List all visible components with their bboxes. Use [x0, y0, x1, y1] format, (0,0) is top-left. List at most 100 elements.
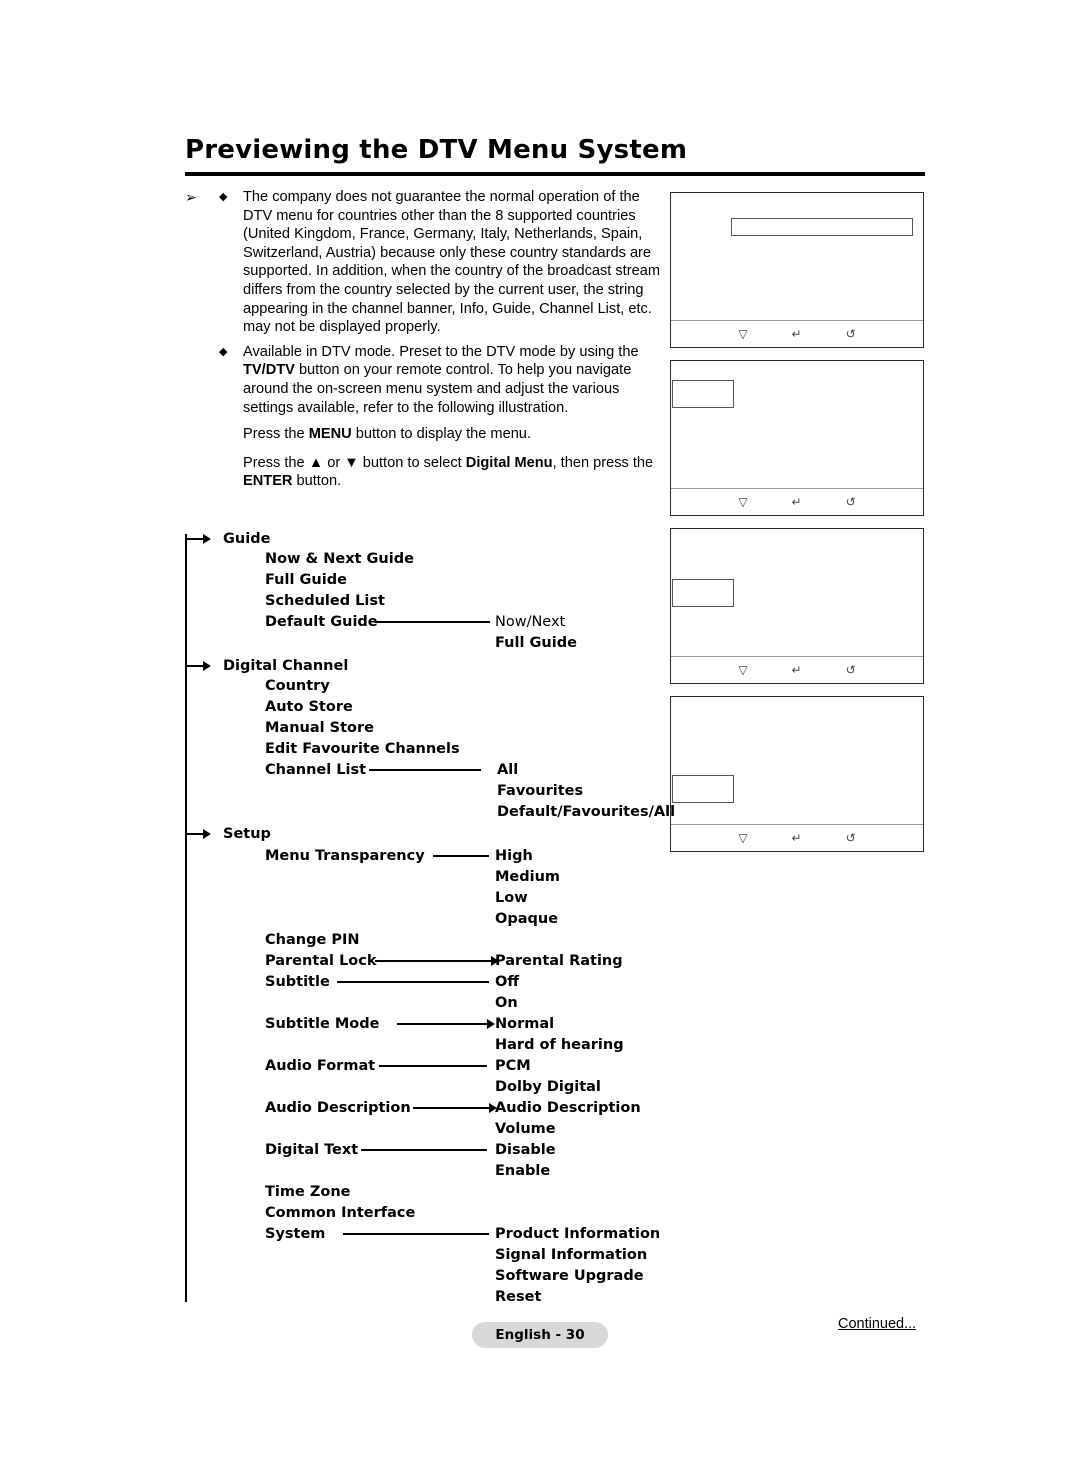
tree-elbow: [233, 1005, 255, 1023]
tree-elbow: [233, 835, 255, 853]
arrow-icon: ➢: [185, 189, 197, 205]
tree-node-channel-list: Channel List: [265, 762, 367, 778]
press-updown-mid: or: [323, 454, 345, 471]
press-updown-post: button to select: [358, 454, 466, 471]
document-page: Previewing the DTV Menu System ➢ ◆ The c…: [0, 0, 1080, 1464]
tree-node-parental-lock: Parental Lock: [265, 953, 377, 969]
tree-node-default-guide: Default Guide: [265, 614, 378, 630]
tv-icon-row-2: ▽ ↵ ↺: [671, 495, 923, 509]
continued-label: Continued...: [838, 1316, 917, 1332]
tree-arrow: [187, 828, 213, 840]
tree-node-auto-store: Auto Store: [265, 699, 353, 715]
tree-node-enable: Enable: [495, 1163, 551, 1179]
press-updown-end2: button.: [292, 473, 342, 490]
tree-elbow: [233, 709, 255, 727]
tree-connector: [397, 1023, 477, 1025]
enter-icon: ↵: [791, 495, 802, 509]
tree-node-audio-description-option: Audio Description: [495, 1100, 641, 1116]
tree-elbow: [233, 1194, 255, 1212]
tree-node-audio-description: Audio Description: [265, 1100, 411, 1116]
tree-node-opaque: Opaque: [495, 911, 559, 927]
return-icon: ↺: [845, 327, 856, 341]
tv-icon-row-1: ▽ ↵ ↺: [671, 327, 923, 341]
tree-node-hard-of-hearing: Hard of hearing: [495, 1037, 624, 1053]
tree-elbow: [233, 688, 255, 706]
intro-text-block: ➢ ◆ The company does not guarantee the n…: [185, 188, 665, 491]
page-title: Previewing the DTV Menu System: [185, 135, 688, 165]
tree-arrow: [187, 660, 213, 672]
tree-connector: [361, 1149, 487, 1151]
press-updown-bold: Digital Menu: [465, 454, 553, 471]
press-menu-post: button to display the menu.: [351, 426, 531, 443]
down-arrow-icon: ▽: [738, 327, 748, 341]
tree-elbow: [233, 540, 255, 558]
tree-elbow: [233, 1215, 255, 1233]
tv-divider-2: [671, 488, 923, 489]
press-updown-line: Press the ▲ or ▼ button to select Digita…: [185, 454, 665, 491]
diamond-icon-2: ◆: [219, 345, 228, 358]
tree-node-favourites: Favourites: [497, 783, 584, 799]
enter-icon: ↵: [791, 327, 802, 341]
tree-elbow: [233, 751, 255, 769]
bullet-item-1: ➢ ◆ The company does not guarantee the n…: [185, 188, 665, 337]
tree-node-country: Country: [265, 678, 330, 694]
tree-node-default-favourites-all: Default/Favourites/All: [497, 804, 676, 820]
tree-node-menu-transparency: Menu Transparency: [265, 848, 425, 864]
tree-node-reset: Reset: [495, 1289, 542, 1305]
tree-node-signal-information: Signal Information: [495, 1247, 648, 1263]
tree-node-system: System: [265, 1226, 326, 1242]
tree-elbow: [233, 1131, 255, 1149]
press-updown-pre: Press the: [243, 454, 309, 471]
down-arrow-icon: ▼: [344, 454, 359, 471]
tree-connector: [343, 1233, 489, 1235]
tree-spine: [185, 534, 187, 1302]
tree-node-edit-favourite-channels: Edit Favourite Channels: [265, 741, 460, 757]
bullet-2-text-part2: button on your remote control.: [294, 362, 494, 379]
tree-connector: [375, 621, 490, 623]
tree-node-full-guide: Full Guide: [265, 572, 347, 588]
tree-node-parental-rating: Parental Rating: [495, 953, 623, 969]
tree-elbow: [233, 1089, 255, 1107]
tree-connector: [413, 1107, 479, 1109]
tree-connector: [337, 981, 489, 983]
tv-menu-bar-2: [672, 380, 734, 408]
tv-menu-bar-1: [731, 218, 913, 236]
tree-node-time-zone: Time Zone: [265, 1184, 351, 1200]
tree-node-volume: Volume: [495, 1121, 556, 1137]
bullet-2-text-part1: Available in DTV mode. Preset to the DTV…: [243, 343, 639, 360]
tree-elbow: [233, 603, 255, 621]
tree-node-software-upgrade: Software Upgrade: [495, 1268, 644, 1284]
tv-screen-illustration-2: ▽ ↵ ↺: [670, 360, 924, 516]
bullet-item-2: ◆ Available in DTV mode. Preset to the D…: [185, 343, 665, 417]
tree-node-change-pin: Change PIN: [265, 932, 360, 948]
menu-tree-diagram: Guide Now & Next Guide Full Guide Schedu…: [185, 528, 945, 1308]
tree-arrow: [187, 533, 213, 545]
tree-node-scheduled-list: Scheduled List: [265, 593, 385, 609]
tree-elbow: [233, 730, 255, 748]
tree-node-subtitle: Subtitle: [265, 974, 330, 990]
bullet-1-text: The company does not guarantee the norma…: [243, 189, 660, 336]
tree-elbow: [233, 921, 255, 939]
press-menu-line: Press the MENU button to display the men…: [185, 425, 665, 444]
title-divider: [185, 172, 925, 176]
tree-node-manual-store: Manual Store: [265, 720, 374, 736]
tree-elbow: [233, 561, 255, 579]
press-menu-bold: MENU: [308, 426, 352, 443]
tree-connector: [433, 855, 489, 857]
tree-node-digital-text: Digital Text: [265, 1142, 359, 1158]
tree-node-subtitle-mode: Subtitle Mode: [265, 1016, 380, 1032]
tree-connector: [375, 960, 489, 962]
press-updown-end: , then press the: [552, 454, 654, 471]
tree-node-normal: Normal: [495, 1016, 555, 1032]
tree-node-dolby-digital: Dolby Digital: [495, 1079, 601, 1095]
tree-elbow: [233, 582, 255, 600]
tree-node-common-interface: Common Interface: [265, 1205, 416, 1221]
tree-elbow: [233, 942, 255, 960]
tree-node-audio-format: Audio Format: [265, 1058, 376, 1074]
tv-screen-illustration-1: ▽ ↵ ↺: [670, 192, 924, 348]
page-number-badge: English - 30: [472, 1322, 608, 1348]
tree-elbow: [233, 1047, 255, 1065]
tree-elbow: [233, 963, 255, 981]
tv-divider-1: [671, 320, 923, 321]
down-arrow-icon: ▽: [738, 495, 748, 509]
